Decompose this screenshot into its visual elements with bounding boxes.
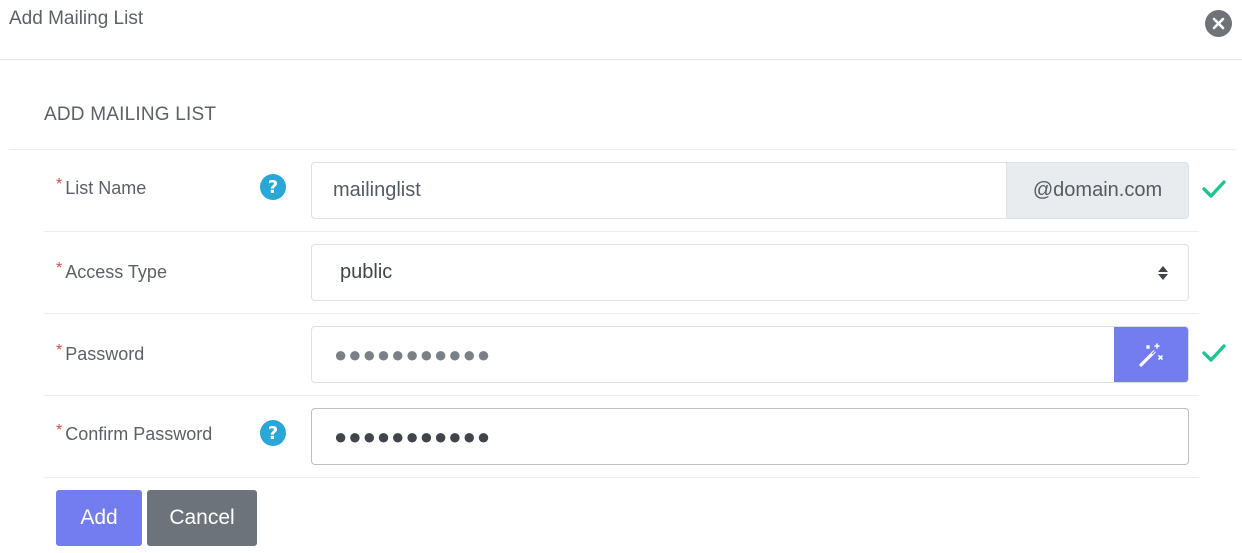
- access-type-label: * Access Type: [56, 258, 167, 286]
- row-divider: [44, 313, 1199, 314]
- confirm-password-label-text: Confirm Password: [65, 423, 213, 444]
- confirm-password-help-icon[interactable]: ?: [260, 420, 286, 446]
- confirm-password-label: * Confirm Password: [56, 420, 212, 448]
- domain-addon: @domain.com: [1006, 163, 1188, 218]
- required-mark: *: [56, 176, 63, 193]
- list-name-check-icon: [1202, 180, 1226, 198]
- row-divider: [44, 231, 1199, 232]
- password-input[interactable]: ●●●●●●●●●●●: [312, 327, 1114, 382]
- required-mark: *: [56, 422, 63, 439]
- cancel-button[interactable]: Cancel: [147, 490, 257, 546]
- required-mark: *: [56, 260, 63, 277]
- section-divider: [9, 149, 1236, 150]
- required-mark: *: [56, 342, 63, 359]
- add-button[interactable]: Add: [56, 490, 142, 546]
- close-icon: [1212, 17, 1225, 30]
- select-arrows: [1138, 245, 1188, 300]
- modal-title: Add Mailing List: [9, 8, 144, 29]
- password-label-text: Password: [65, 343, 145, 364]
- access-type-selected-value: public: [340, 261, 393, 283]
- list-name-field: @domain.com: [311, 162, 1189, 219]
- add-mailing-list-modal: Add Mailing List ADD MAILING LIST * List…: [0, 0, 1242, 553]
- password-check-icon: [1202, 344, 1226, 362]
- password-label: * Password: [56, 340, 144, 368]
- access-type-select[interactable]: public: [311, 244, 1189, 301]
- access-type-label-text: Access Type: [65, 261, 167, 282]
- list-name-label: * List Name: [56, 174, 146, 202]
- generate-password-button[interactable]: [1114, 327, 1188, 382]
- section-title: ADD MAILING LIST: [44, 104, 217, 125]
- modal-header: Add Mailing List: [0, 0, 1242, 60]
- sort-arrows-icon: [1158, 265, 1168, 280]
- password-field: ●●●●●●●●●●●: [311, 326, 1189, 383]
- row-divider: [44, 395, 1199, 396]
- list-name-input[interactable]: [312, 163, 1006, 218]
- list-name-help-icon[interactable]: ?: [260, 174, 286, 200]
- row-divider: [44, 477, 1199, 478]
- close-button[interactable]: [1205, 10, 1232, 37]
- list-name-label-text: List Name: [65, 177, 147, 198]
- magic-wand-icon: [1139, 342, 1163, 367]
- confirm-password-input[interactable]: ●●●●●●●●●●●: [312, 409, 1188, 464]
- confirm-password-field: ●●●●●●●●●●●: [311, 408, 1189, 465]
